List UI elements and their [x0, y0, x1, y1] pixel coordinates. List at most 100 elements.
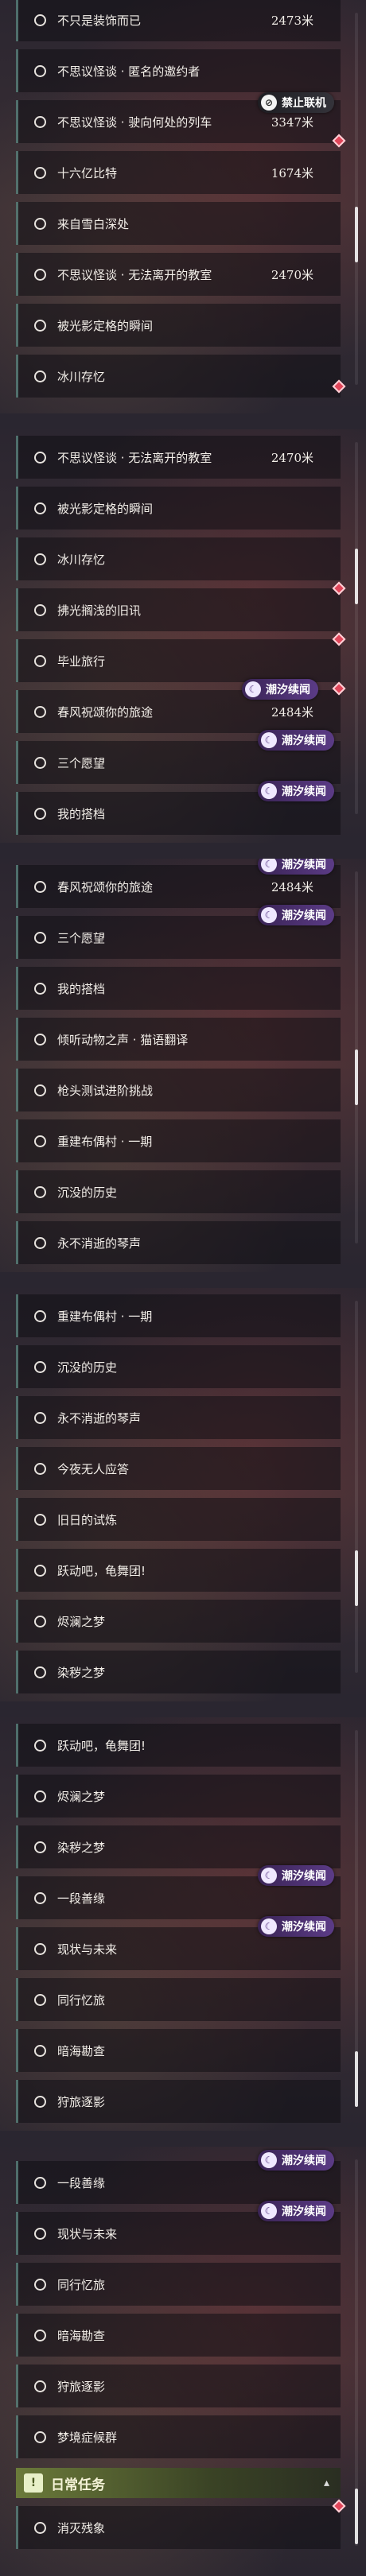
quest-row[interactable]: 同行忆旅	[16, 1978, 341, 2021]
quest-row[interactable]: 沉没的历史	[16, 1345, 341, 1388]
tide-relay-tag: ☾ 潮汐续闻	[242, 679, 318, 700]
radio-icon	[34, 1942, 46, 1955]
radio-icon	[34, 1360, 46, 1373]
quest-row[interactable]: 枪头测试进阶挑战	[16, 1069, 341, 1111]
radio-icon	[34, 14, 46, 26]
quest-row[interactable]: 十六亿比特 1674米	[16, 151, 341, 194]
alert-diamond-icon	[332, 681, 346, 696]
quest-row[interactable]: 一段善缘 ☾ 潮汐续闻	[16, 2150, 341, 2204]
tide-relay-tag: ☾ 潮汐续闻	[258, 2201, 334, 2221]
quest-row[interactable]: 不只是装饰而已 2473米	[16, 0, 341, 41]
quest-row[interactable]: 被光影定格的瞬间	[16, 304, 341, 347]
quest-row[interactable]: 狩旅逐影	[16, 2080, 341, 2123]
quest-row[interactable]: 跃动吧，龟舞团!	[16, 1724, 341, 1767]
radio-icon	[34, 654, 46, 667]
quest-row[interactable]: 染秽之梦	[16, 1825, 341, 1868]
forbid-multiplayer-tag: ⊘ 禁止联机	[258, 92, 334, 113]
tide-relay-tag: ☾ 潮汐续闻	[258, 859, 334, 875]
quest-row[interactable]: 毕业旅行	[16, 632, 346, 682]
scrollbar-thumb[interactable]	[355, 2051, 358, 2107]
radio-icon	[34, 502, 46, 514]
quest-row[interactable]: 不思议怪谈 · 驶向何处的列车 3347米 ⊘ 禁止联机	[16, 92, 346, 148]
quest-row[interactable]: 染秽之梦	[16, 1651, 341, 1693]
quest-row[interactable]: 来自雪白深处	[16, 202, 341, 245]
tide-relay-tag: ☾ 潮汐续闻	[258, 781, 334, 801]
radio-icon	[34, 1462, 46, 1475]
radio-icon	[34, 319, 46, 332]
radio-icon	[34, 1790, 46, 1802]
quest-row[interactable]: 不思议怪谈 · 无法离开的教室 2470米	[16, 436, 341, 479]
tide-relay-icon: ☾	[261, 2152, 277, 2168]
radio-icon	[34, 1615, 46, 1627]
quest-row[interactable]: 暗海勘查	[16, 2029, 341, 2072]
radio-icon	[34, 1411, 46, 1424]
task-exclamation-icon: !	[24, 2473, 43, 2493]
quest-row[interactable]: 拂光搁浅的旧讯	[16, 581, 346, 631]
quest-row[interactable]: 我的搭档 ☾ 潮汐续闻	[16, 781, 341, 835]
radio-icon	[34, 217, 46, 230]
quest-row[interactable]: 冰川存忆	[16, 355, 346, 398]
radio-icon	[34, 807, 46, 820]
daily-tasks-header[interactable]: ! 日常任务 ▴	[16, 2468, 341, 2498]
radio-icon	[34, 1513, 46, 1526]
quest-row[interactable]: 狩旅逐影	[16, 2365, 341, 2407]
quest-row[interactable]: 跃动吧，龟舞团!	[16, 1549, 341, 1592]
quest-row[interactable]: 不思议怪谈 · 匿名的邀约者	[16, 49, 341, 92]
radio-icon	[34, 931, 46, 944]
quest-row[interactable]: 重建布偶村 · 一期	[16, 1294, 341, 1337]
radio-icon	[34, 1033, 46, 1046]
quest-row[interactable]: 三个愿望 ☾ 潮汐续闻	[16, 905, 341, 959]
quest-row[interactable]: 重建布偶村 · 一期	[16, 1119, 341, 1162]
quest-row[interactable]: 同行忆旅	[16, 2263, 341, 2306]
radio-icon	[34, 1185, 46, 1198]
scrollbar-thumb[interactable]	[355, 2489, 358, 2544]
radio-icon	[34, 1891, 46, 1904]
radio-icon	[34, 2380, 46, 2392]
quest-list-panel-4: 重建布偶村 · 一期 沉没的历史 永不消逝的琴声 今夜无人应答 旧日的试炼 跃动…	[0, 1288, 366, 1701]
scrollbar-thumb[interactable]	[355, 1550, 358, 1606]
quest-row[interactable]: 永不消逝的琴声	[16, 1221, 341, 1264]
quest-row[interactable]: 烬澜之梦	[16, 1775, 341, 1818]
quest-list-panel-1: 不只是装饰而已 2473米 不思议怪谈 · 匿名的邀约者 不思议怪谈 · 驶向何处…	[0, 0, 366, 413]
tide-relay-tag: ☾ 潮汐续闻	[258, 730, 334, 751]
quest-list-panel-5: 跃动吧，龟舞团! 烬澜之梦 染秽之梦 一段善缘 ☾ 潮汐续闻 现状与未来 ☾ 潮汐续…	[0, 1717, 366, 2131]
radio-icon	[34, 553, 46, 565]
tide-relay-icon: ☾	[261, 783, 277, 799]
tide-relay-tag: ☾ 潮汐续闻	[258, 1916, 334, 1937]
quest-row[interactable]: 旧日的试炼	[16, 1498, 341, 1541]
quest-row[interactable]: 冰川存忆	[16, 537, 341, 580]
tide-relay-icon: ☾	[261, 907, 277, 923]
radio-icon	[34, 2431, 46, 2443]
quest-row[interactable]: 梦境症候群	[16, 2415, 341, 2458]
radio-icon	[34, 1236, 46, 1249]
radio-icon	[34, 1564, 46, 1577]
quest-row[interactable]: 永不消逝的琴声	[16, 1396, 341, 1439]
quest-row[interactable]: 一段善缘 ☾ 潮汐续闻	[16, 1865, 341, 1919]
quest-row[interactable]: 消灭残象	[16, 2499, 346, 2549]
quest-row[interactable]: 倾听动物之声 · 猫语翻译	[16, 1018, 341, 1061]
quest-row[interactable]: 现状与未来 ☾ 潮汐续闻	[16, 1916, 341, 1970]
collapse-icon[interactable]: ▴	[324, 2477, 329, 2489]
quest-row[interactable]: 暗海勘查	[16, 2314, 341, 2357]
quest-row[interactable]: 我的搭档	[16, 967, 341, 1010]
quest-row[interactable]: 沉没的历史	[16, 1170, 341, 1213]
quest-row[interactable]: 被光影定格的瞬间	[16, 487, 341, 530]
radio-icon	[34, 1084, 46, 1096]
scrollbar-thumb[interactable]	[355, 1049, 358, 1105]
scrollbar-thumb[interactable]	[355, 549, 358, 604]
quest-list-panel-3: 春风祝颂你的旅途 2484米 ☾ 潮汐续闻 三个愿望 ☾ 潮汐续闻 我的搭档 倾听动物…	[0, 859, 366, 1272]
quest-row[interactable]: 春风祝颂你的旅途 2484米 ☾ 潮汐续闻	[16, 859, 341, 908]
quest-row[interactable]: 春风祝颂你的旅途 2484米 ☾ 潮汐续闻	[16, 679, 346, 733]
tide-relay-tag: ☾ 潮汐续闻	[258, 1865, 334, 1886]
radio-icon	[34, 370, 46, 382]
quest-row[interactable]: 三个愿望 ☾ 潮汐续闻	[16, 730, 341, 784]
radio-icon	[34, 982, 46, 995]
quest-row[interactable]: 今夜无人应答	[16, 1447, 341, 1490]
radio-icon	[34, 756, 46, 769]
no-coop-icon: ⊘	[261, 95, 277, 111]
scrollbar-thumb[interactable]	[355, 207, 358, 262]
quest-row[interactable]: 不思议怪谈 · 无法离开的教室 2470米	[16, 253, 341, 296]
quest-row[interactable]: 现状与未来 ☾ 潮汐续闻	[16, 2201, 341, 2255]
radio-icon	[34, 1841, 46, 1853]
quest-row[interactable]: 烬澜之梦	[16, 1600, 341, 1643]
